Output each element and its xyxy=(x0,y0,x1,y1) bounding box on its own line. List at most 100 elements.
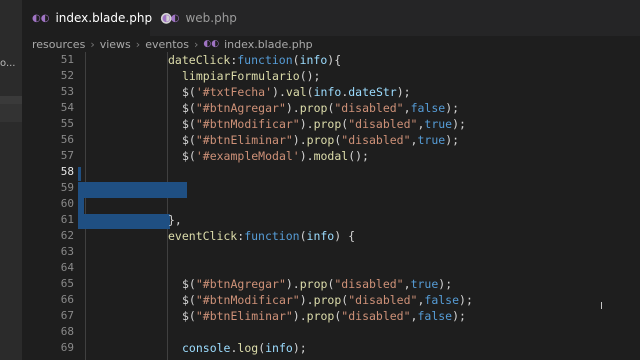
token: log xyxy=(237,341,259,355)
token: ); xyxy=(452,309,466,323)
code-line: console.log(info); xyxy=(182,340,307,356)
token: $( xyxy=(182,293,196,307)
token: ). xyxy=(285,101,300,115)
token: ); xyxy=(452,117,466,131)
breadcrumb: resources › views › eventos › ◐◐ index.b… xyxy=(22,36,640,52)
token: prop xyxy=(299,101,328,115)
code-line: $("#btnEliminar").prop("disabled",false)… xyxy=(182,308,466,324)
breadcrumb-item[interactable]: index.blade.php xyxy=(224,38,313,51)
token: (); xyxy=(348,149,369,163)
token: ){ xyxy=(327,53,342,67)
token: ); xyxy=(459,293,473,307)
token: ). xyxy=(292,309,307,323)
token: ). xyxy=(272,85,286,99)
token: '#txtFecha' xyxy=(195,85,273,99)
token: '#exampleModal' xyxy=(195,149,300,163)
token: "#btnModificar" xyxy=(195,117,300,131)
php-icon: ◐◐ xyxy=(162,12,180,24)
token: true xyxy=(417,133,446,147)
token: false xyxy=(424,293,460,307)
token: ); xyxy=(396,85,411,99)
token: false xyxy=(417,309,453,323)
tab-web-php[interactable]: ◐◐ web.php xyxy=(152,0,272,36)
token: "disabled" xyxy=(341,133,411,147)
tab-index-blade[interactable]: ◐◐ index.blade.php ● xyxy=(22,0,172,36)
token: console xyxy=(182,341,231,355)
token: true xyxy=(424,117,453,131)
token: ); xyxy=(445,101,460,115)
explorer-sidebar-strip[interactable]: o... xyxy=(0,0,22,360)
token: "#btnAgregar" xyxy=(195,101,286,115)
breadcrumb-item[interactable]: views xyxy=(100,38,131,51)
breadcrumb-item[interactable]: eventos xyxy=(145,38,189,51)
token: eventClick xyxy=(168,229,238,243)
sidebar-item-marker[interactable] xyxy=(0,104,22,122)
token: ( xyxy=(292,53,300,67)
token: ) { xyxy=(334,229,355,243)
token: , xyxy=(403,101,411,115)
sidebar-partial-label: o... xyxy=(0,58,16,69)
token: $( xyxy=(182,133,196,147)
token: prop xyxy=(306,309,335,323)
token: "disabled" xyxy=(334,101,404,115)
code-line: $('#exampleModal').modal(); xyxy=(182,148,369,164)
token: "disabled" xyxy=(348,117,418,131)
token: dateClick xyxy=(168,53,231,67)
code-line: $("#btnAgregar").prop("disabled",false); xyxy=(182,100,459,116)
token: prop xyxy=(313,293,342,307)
text-cursor-icon: I xyxy=(600,301,603,312)
token: false xyxy=(410,101,446,115)
chevron-right-icon: › xyxy=(90,37,95,51)
token: "#btnEliminar" xyxy=(195,309,293,323)
tab-label: index.blade.php xyxy=(55,11,153,25)
token: ); xyxy=(438,277,453,291)
code-area[interactable]: dateClick:function(info){ limpiarFormula… xyxy=(22,52,640,360)
token: info xyxy=(299,53,328,67)
token: ); xyxy=(445,133,460,147)
token: function xyxy=(237,53,293,67)
token: function xyxy=(244,229,300,243)
token: modal xyxy=(313,149,349,163)
code-line: $("#btnModificar").prop("disabled",true)… xyxy=(182,116,466,132)
token: "disabled" xyxy=(334,277,404,291)
token: ). xyxy=(299,293,314,307)
token: info xyxy=(265,341,293,355)
token: limpiarFormulario xyxy=(182,69,300,83)
token: ). xyxy=(299,149,314,163)
token: "#btnModificar" xyxy=(195,293,300,307)
token: (); xyxy=(299,69,321,83)
code-line: dateClick:function(info){ xyxy=(168,52,341,68)
token: ); xyxy=(292,341,307,355)
token: }, xyxy=(168,213,182,227)
token: val xyxy=(285,85,307,99)
php-icon: ◐◐ xyxy=(32,12,50,24)
token: "#btnEliminar" xyxy=(195,133,293,147)
token: "#btnAgregar" xyxy=(195,277,286,291)
chevron-right-icon: › xyxy=(193,37,199,51)
token: ). xyxy=(299,117,314,131)
code-line: limpiarFormulario(); xyxy=(182,68,320,84)
code-line: $("#btnAgregar").prop("disabled",true); xyxy=(182,276,452,292)
php-icon: ◐◐ xyxy=(203,39,220,49)
code-editor[interactable]: 51 52 53 54 55 56 57 58 59 60 61 62 63 6… xyxy=(22,52,640,360)
token: $( xyxy=(182,101,196,115)
token: info xyxy=(306,229,335,243)
token: "disabled" xyxy=(341,309,411,323)
code-line: $("#btnEliminar").prop("disabled",true); xyxy=(182,132,459,148)
tab-label: web.php xyxy=(185,11,237,25)
token: ( xyxy=(306,85,314,99)
token: $( xyxy=(182,85,196,99)
token: "disabled" xyxy=(348,293,418,307)
code-line: $("#btnModificar").prop("disabled",false… xyxy=(182,292,473,308)
token: dateStr xyxy=(348,85,397,99)
tab-bar: ◐◐ index.blade.php ● ◐◐ web.php xyxy=(22,0,640,36)
token: prop xyxy=(299,277,328,291)
breadcrumb-item[interactable]: resources xyxy=(32,38,85,51)
token: ). xyxy=(285,277,300,291)
token: ). xyxy=(292,133,307,147)
token: prop xyxy=(306,133,335,147)
token: $( xyxy=(182,149,196,163)
token: $( xyxy=(182,117,196,131)
token: true xyxy=(410,277,439,291)
token: prop xyxy=(313,117,342,131)
